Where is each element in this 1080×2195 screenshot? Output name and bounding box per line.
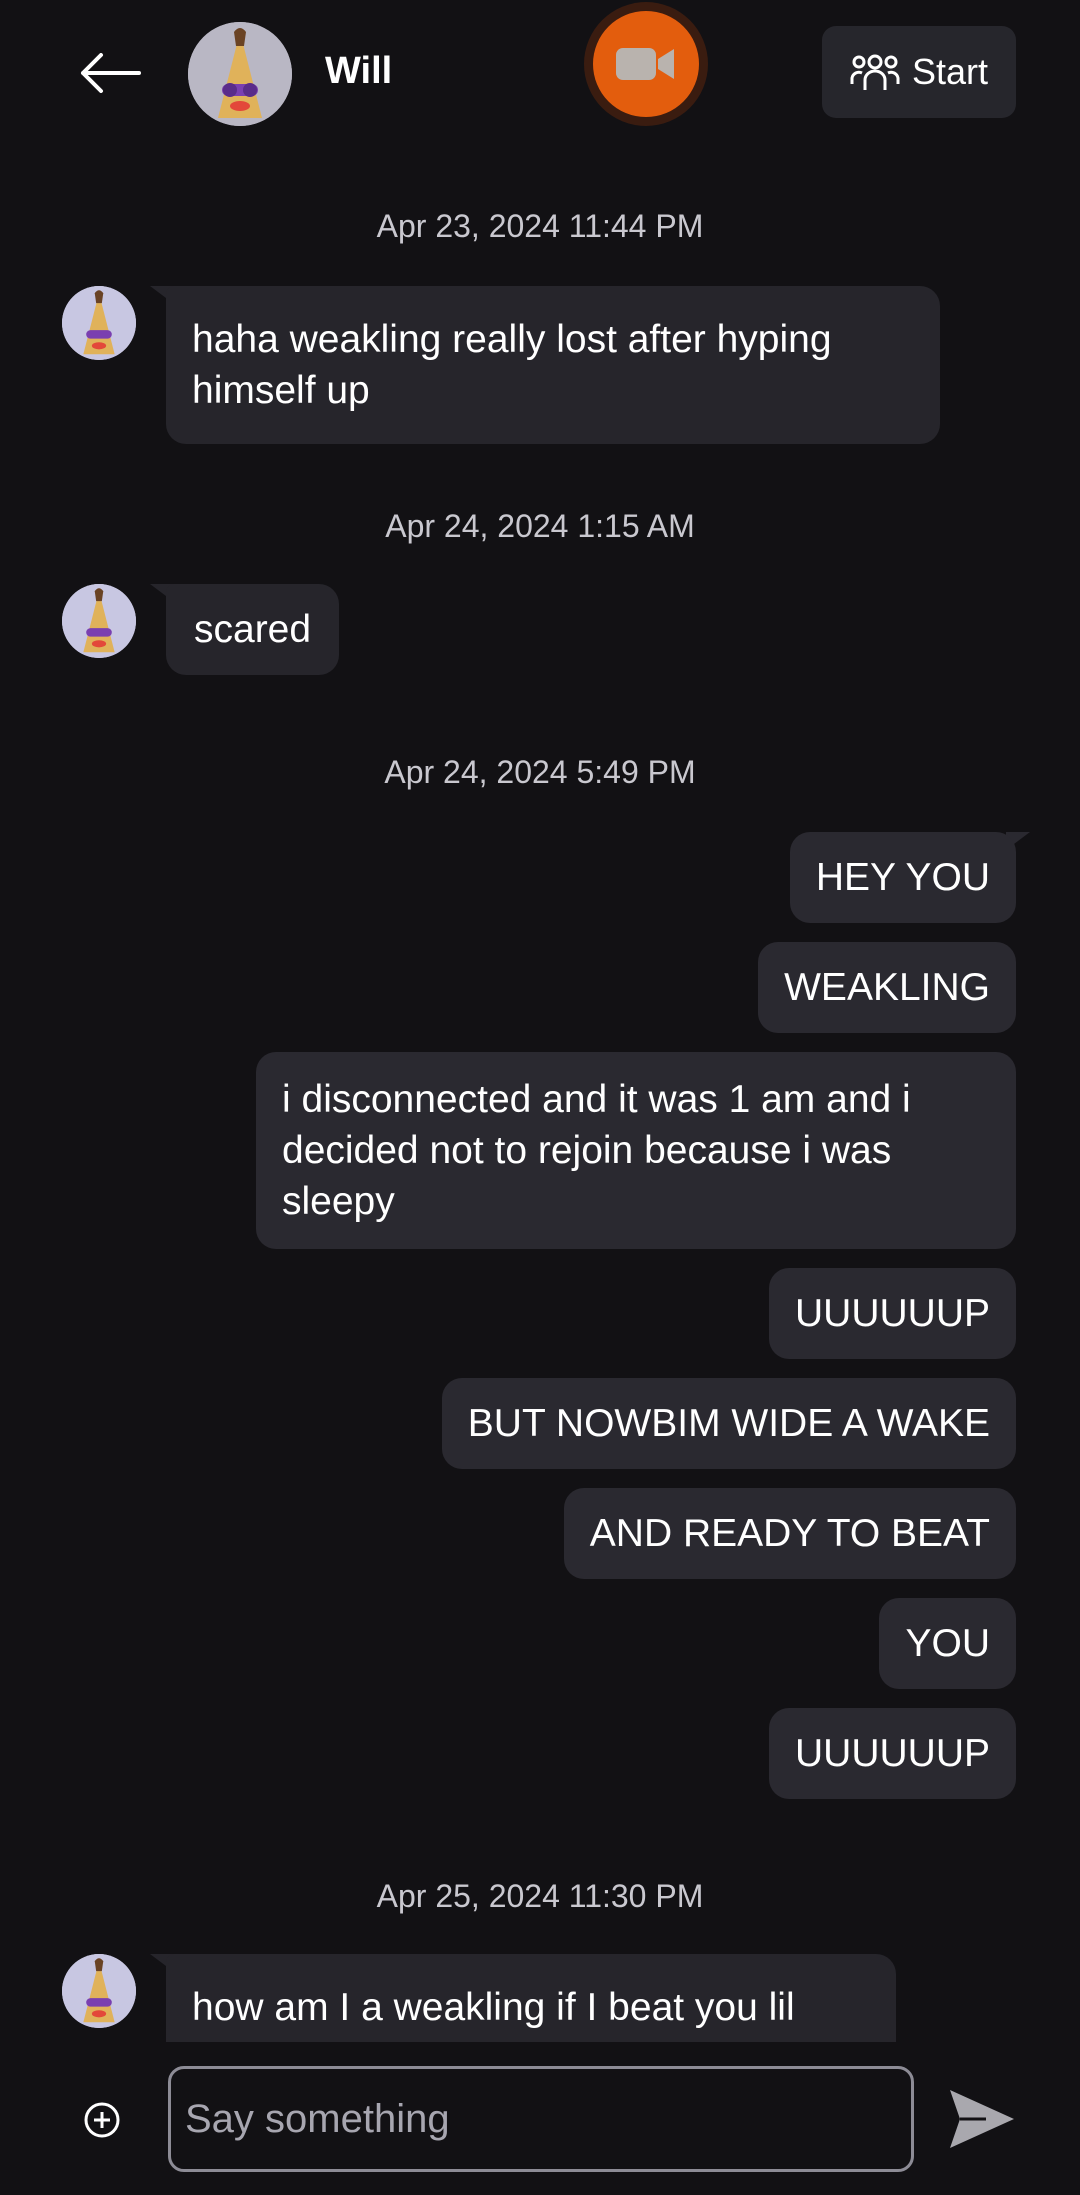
people-group-icon <box>850 54 900 90</box>
message-timestamp: Apr 24, 2024 1:15 AM <box>385 508 695 544</box>
video-call-button[interactable] <box>584 2 708 126</box>
outgoing-message[interactable]: HEY YOU <box>789 832 1016 923</box>
message-timestamp: Apr 24, 2024 5:49 PM <box>384 754 696 790</box>
outgoing-message[interactable]: AND READY TO BEAT <box>563 1488 1016 1579</box>
plus-circle-icon <box>84 2102 120 2138</box>
contact-avatar[interactable] <box>188 22 292 126</box>
video-camera-icon <box>616 48 674 80</box>
arrow-left-icon <box>81 53 141 93</box>
send-icon <box>950 2090 1014 2148</box>
add-attachment-button[interactable] <box>82 2100 122 2140</box>
sender-avatar[interactable] <box>62 584 136 658</box>
message-timestamp: Apr 25, 2024 11:30 PM <box>376 1878 704 1914</box>
back-button[interactable] <box>70 40 150 106</box>
start-button-label: Start <box>911 51 989 92</box>
message-timestamp: Apr 23, 2024 11:44 PM <box>376 208 704 244</box>
start-group-button[interactable]: Start <box>822 26 1016 118</box>
outgoing-message[interactable]: UUUUUUP <box>769 1708 1016 1799</box>
message-input[interactable] <box>168 2066 914 2172</box>
incoming-message[interactable]: haha weakling really lost after hyping h… <box>166 286 940 444</box>
outgoing-message[interactable]: UUUUUUP <box>769 1268 1016 1359</box>
sender-avatar[interactable] <box>62 286 136 360</box>
contact-name[interactable]: Will <box>325 50 392 93</box>
outgoing-message[interactable]: BUT NOWBIM WIDE A WAKE <box>441 1378 1016 1469</box>
sender-avatar[interactable] <box>62 1954 136 2028</box>
chat-header: Will Start <box>0 0 1080 150</box>
send-button[interactable] <box>946 2086 1018 2152</box>
outgoing-message[interactable]: WEAKLING <box>758 942 1016 1033</box>
chat-screen: Will Start Apr 23, 2024 11:44 PM haha we… <box>0 0 1080 2195</box>
outgoing-message[interactable]: i disconnected and it was 1 am and i dec… <box>256 1052 1016 1249</box>
incoming-message[interactable]: scared <box>166 584 340 675</box>
outgoing-message[interactable]: YOU <box>879 1598 1016 1689</box>
